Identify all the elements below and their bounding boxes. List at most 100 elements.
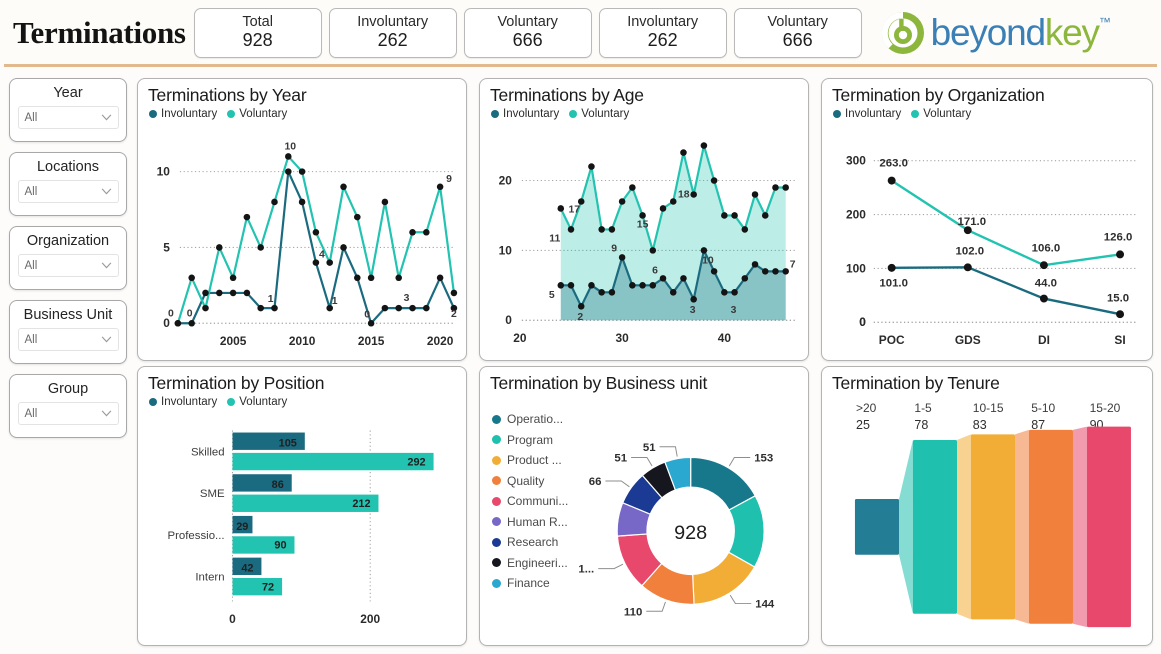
- kpi-label: Involuntary: [357, 14, 429, 31]
- svg-text:0: 0: [168, 308, 174, 319]
- svg-text:2015: 2015: [358, 334, 385, 348]
- svg-text:Skilled: Skilled: [191, 446, 225, 458]
- beyondkey-logo[interactable]: beyond key ™: [880, 10, 1111, 56]
- svg-text:102.0: 102.0: [956, 245, 985, 257]
- svg-text:171.0: 171.0: [958, 216, 987, 228]
- filter-group[interactable]: Group All: [9, 374, 127, 438]
- chevron-down-icon: [101, 114, 111, 121]
- kpi-value: 262: [647, 30, 678, 51]
- filter-locations[interactable]: Locations All: [9, 152, 127, 216]
- filter-title: Year: [53, 85, 83, 101]
- kpi-card-involuntary-2[interactable]: Involuntary 262: [598, 8, 727, 58]
- chart-card-termination-by-organization[interactable]: Termination by Organization Involuntary …: [821, 78, 1153, 361]
- filter-value: All: [24, 333, 38, 346]
- svg-text:29: 29: [236, 521, 248, 533]
- kpi-value: 666: [782, 30, 813, 51]
- svg-text:17: 17: [568, 204, 580, 215]
- kpi-card-voluntary-2[interactable]: Voluntary 666: [733, 8, 862, 58]
- svg-text:5: 5: [549, 290, 555, 301]
- svg-text:0: 0: [187, 308, 193, 319]
- svg-text:5: 5: [163, 240, 170, 254]
- chevron-down-icon: [101, 262, 111, 269]
- line-chart-terminations-by-year: 05102005 2010 2015 20200 0110410392: [157, 141, 458, 348]
- svg-text:18: 18: [678, 189, 690, 200]
- kpi-card-involuntary-1[interactable]: Involuntary 262: [328, 8, 457, 58]
- filter-title: Organization: [26, 233, 110, 249]
- svg-text:90: 90: [274, 540, 286, 552]
- svg-text:200: 200: [846, 208, 866, 222]
- chart-card-termination-by-tenure[interactable]: Termination by Tenure >20 25 1-5 78 10-15 83 5…: [821, 366, 1153, 646]
- svg-text:0: 0: [364, 309, 370, 320]
- svg-text:30: 30: [615, 331, 629, 345]
- kpi-value: 262: [377, 30, 408, 51]
- svg-text:Professio...: Professio...: [167, 530, 224, 542]
- filter-business-unit[interactable]: Business Unit All: [9, 300, 127, 364]
- svg-text:2020: 2020: [427, 334, 454, 348]
- svg-text:0: 0: [505, 313, 512, 327]
- svg-text:72: 72: [262, 581, 274, 593]
- kpi-value: 666: [512, 30, 543, 51]
- filter-title: Business Unit: [23, 307, 113, 323]
- filter-year[interactable]: Year All: [9, 78, 127, 142]
- header-divider: [4, 64, 1157, 67]
- filter-value: All: [24, 407, 38, 420]
- area-chart-terminations-by-age: 0 10 20 20 30 40 5 2 9 11 17 15 6 18 3 10 3 7: [499, 142, 796, 345]
- svg-text:86: 86: [272, 479, 284, 491]
- chart-card-termination-by-position[interactable]: Termination by Position Involuntary Volu…: [137, 366, 467, 646]
- svg-text:6: 6: [652, 265, 658, 276]
- kpi-card-total[interactable]: Total 928: [193, 8, 322, 58]
- svg-text:292: 292: [407, 456, 425, 468]
- beyondkey-logo-text: beyond key ™: [930, 12, 1111, 54]
- svg-text:2: 2: [451, 309, 457, 320]
- svg-text:SI: SI: [1114, 333, 1125, 347]
- svg-text:DI: DI: [1038, 333, 1050, 347]
- svg-text:20: 20: [499, 173, 513, 187]
- svg-text:106.0: 106.0: [1032, 242, 1061, 254]
- chart-card-terminations-by-year[interactable]: Terminations by Year Involuntary Volunta…: [137, 78, 467, 361]
- filter-organization[interactable]: Organization All: [9, 226, 127, 290]
- svg-text:POC: POC: [879, 333, 905, 347]
- filter-dropdown-group[interactable]: All: [17, 402, 119, 425]
- kpi-label: Voluntary: [497, 14, 558, 31]
- svg-text:4: 4: [319, 250, 325, 261]
- svg-text:15: 15: [637, 219, 649, 230]
- dashboard-header: Terminations Total 928 Involuntary 262 V…: [0, 0, 1161, 66]
- svg-text:105: 105: [279, 437, 297, 449]
- chart-card-termination-by-business-unit[interactable]: Termination by Business unit Operatio...…: [479, 366, 809, 646]
- svg-text:263.0: 263.0: [879, 158, 908, 170]
- svg-text:44.0: 44.0: [1035, 278, 1057, 290]
- kpi-card-voluntary-1[interactable]: Voluntary 666: [463, 8, 592, 58]
- svg-text:2: 2: [577, 312, 583, 323]
- chart-card-terminations-by-age[interactable]: Terminations by Age Involuntary Voluntar…: [479, 78, 809, 361]
- svg-text:42: 42: [241, 563, 253, 575]
- logo-beyond-text: beyond: [930, 12, 1046, 53]
- filter-dropdown-organization[interactable]: All: [17, 254, 119, 277]
- svg-text:3: 3: [404, 293, 410, 304]
- svg-text:212: 212: [352, 498, 370, 510]
- svg-text:51: 51: [643, 442, 656, 454]
- svg-text:10: 10: [499, 243, 513, 257]
- svg-text:1: 1: [268, 294, 274, 305]
- svg-text:9: 9: [446, 174, 452, 185]
- beyondkey-logo-icon: [881, 11, 924, 54]
- svg-text:928: 928: [674, 522, 707, 544]
- filter-value: All: [24, 259, 38, 272]
- kpi-label: Voluntary: [767, 14, 828, 31]
- svg-text:10: 10: [284, 141, 296, 152]
- svg-text:101.0: 101.0: [879, 278, 908, 290]
- filter-dropdown-year[interactable]: All: [17, 106, 119, 129]
- kpi-label: Total: [242, 14, 273, 31]
- filter-dropdown-business-unit[interactable]: All: [17, 328, 119, 351]
- kpi-value: 928: [242, 30, 273, 51]
- kpi-row: Total 928 Involuntary 262 Voluntary 666 …: [193, 8, 862, 58]
- svg-text:144: 144: [755, 599, 775, 611]
- svg-text:2005: 2005: [220, 334, 247, 348]
- svg-text:200: 200: [360, 612, 380, 626]
- svg-text:1...: 1...: [578, 564, 594, 576]
- page-title: Terminations: [13, 15, 186, 50]
- svg-text:10: 10: [157, 165, 171, 179]
- svg-text:126.0: 126.0: [1104, 232, 1133, 244]
- svg-text:0: 0: [229, 612, 236, 626]
- svg-text:11: 11: [549, 233, 560, 244]
- filter-dropdown-locations[interactable]: All: [17, 180, 119, 203]
